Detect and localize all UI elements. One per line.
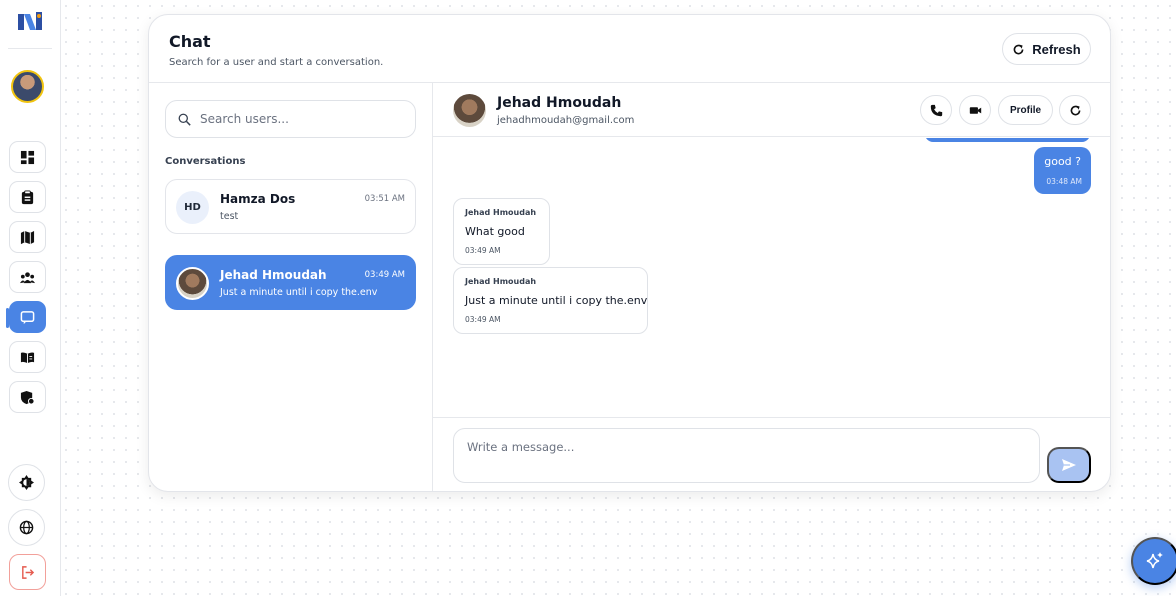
message-bubble-outgoing: good ? 03:48 AM	[1034, 147, 1091, 194]
shield-icon	[20, 390, 35, 405]
refresh-icon	[1013, 44, 1024, 54]
app-logo[interactable]	[16, 10, 44, 32]
avatar	[176, 267, 209, 300]
card-header: Chat Search for a user and start a conve…	[149, 15, 1110, 83]
message-time: 03:49 AM	[465, 315, 501, 324]
contact-email: jehadhmoudah@gmail.com	[497, 115, 635, 126]
conversation-preview: Just a minute until i copy the.env	[220, 287, 378, 298]
refresh-icon	[1070, 105, 1080, 115]
message-time: 03:49 AM	[465, 246, 501, 255]
message-composer	[433, 417, 1110, 491]
phone-icon	[930, 104, 942, 116]
message-text: What good	[465, 225, 525, 238]
sidebar-item-docs[interactable]	[9, 341, 46, 373]
search-box[interactable]	[165, 100, 416, 138]
conversation-name: Hamza Dos	[220, 192, 296, 206]
profile-button[interactable]: Profile	[998, 95, 1053, 125]
message-sender: Jehad Hmoudah	[465, 208, 537, 217]
video-camera-icon	[969, 106, 981, 114]
send-button[interactable]	[1047, 447, 1091, 483]
message-text: Just a minute until i copy the.env	[465, 294, 648, 307]
reload-chat-button[interactable]	[1059, 95, 1091, 125]
conversation-time: 03:51 AM	[364, 194, 405, 204]
message-sender: Jehad Hmoudah	[465, 277, 537, 286]
sidebar-rail	[0, 0, 61, 596]
message-list[interactable]: good ? 03:48 AM Jehad Hmoudah What good …	[433, 138, 1110, 417]
theme-toggle-icon	[19, 475, 34, 490]
call-button[interactable]	[920, 95, 952, 125]
language-button[interactable]	[8, 509, 45, 546]
sidebar-item-chat[interactable]	[6, 301, 46, 333]
conversation-name: Jehad Hmoudah	[220, 268, 327, 282]
book-icon	[20, 352, 35, 363]
dashboard-icon	[20, 150, 35, 164]
avatar: HD	[176, 191, 209, 224]
conversations-pane: Conversations HD Hamza Dos test 03:51 AM…	[149, 83, 433, 491]
sidebar-item-dashboard[interactable]	[9, 141, 46, 173]
send-icon	[1062, 459, 1076, 471]
conversations-heading: Conversations	[165, 156, 246, 167]
message-bubble-incoming: Jehad Hmoudah What good 03:49 AM	[453, 198, 550, 265]
refresh-button[interactable]: Refresh	[1002, 33, 1091, 65]
conversation-item-active[interactable]: Jehad Hmoudah Just a minute until i copy…	[165, 255, 416, 310]
video-call-button[interactable]	[959, 95, 991, 125]
chat-icon	[20, 310, 35, 324]
chat-header: Jehad Hmoudah jehadhmoudah@gmail.com Pro…	[433, 83, 1110, 137]
refresh-label: Refresh	[1032, 41, 1081, 57]
user-avatar[interactable]	[11, 70, 44, 103]
sidebar-item-map[interactable]	[9, 221, 46, 253]
rail-divider	[8, 48, 52, 49]
theme-toggle-button[interactable]	[8, 464, 45, 501]
logout-icon	[22, 565, 35, 579]
message-bubble-incoming: Jehad Hmoudah Just a minute until i copy…	[453, 267, 648, 334]
search-input[interactable]	[200, 101, 410, 137]
page-title: Chat	[169, 32, 211, 51]
page-subtitle: Search for a user and start a conversati…	[169, 57, 384, 68]
clipboard-icon	[21, 189, 34, 204]
logout-button[interactable]	[9, 554, 46, 590]
message-text: good ?	[1044, 155, 1081, 168]
sidebar-item-security[interactable]	[9, 381, 46, 413]
message-input[interactable]	[453, 428, 1040, 483]
chat-card: Chat Search for a user and start a conve…	[148, 14, 1111, 492]
chat-pane: Jehad Hmoudah jehadhmoudah@gmail.com Pro…	[433, 83, 1110, 491]
ai-assistant-button[interactable]	[1131, 537, 1176, 585]
globe-icon	[19, 520, 34, 535]
sparkles-icon	[1146, 552, 1163, 569]
contact-name: Jehad Hmoudah	[497, 95, 622, 111]
sidebar-item-users[interactable]	[9, 261, 46, 293]
message-bubble-partial	[925, 138, 1090, 142]
map-icon	[20, 230, 35, 244]
conversation-item[interactable]: HD Hamza Dos test 03:51 AM	[165, 179, 416, 234]
search-icon	[178, 113, 191, 126]
conversation-preview: test	[220, 211, 239, 222]
conversation-time: 03:49 AM	[364, 270, 405, 280]
users-icon	[20, 271, 35, 283]
message-time: 03:48 AM	[1046, 177, 1082, 186]
contact-avatar	[453, 94, 486, 127]
sidebar-item-tasks[interactable]	[9, 181, 46, 213]
